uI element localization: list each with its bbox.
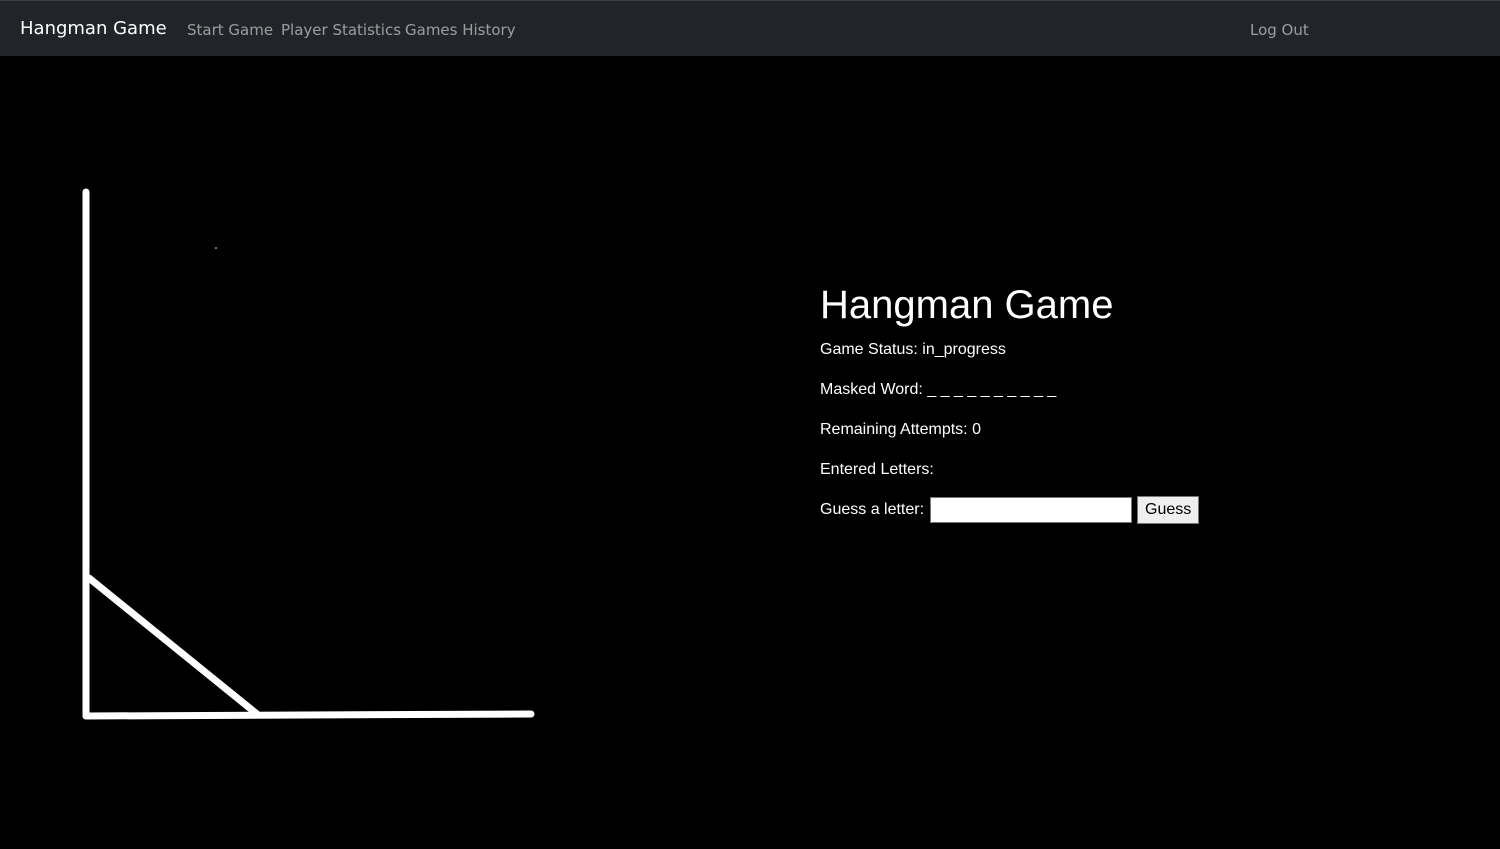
guess-label: Guess a letter: [820,501,925,518]
game-status-label: Game Status: [820,341,918,358]
entered-letters-label: Entered Letters: [820,461,934,478]
remaining-attempts-label: Remaining Attempts: [820,421,968,438]
hangman-drawing [82,188,535,720]
remaining-attempts-value: 0 [972,421,981,438]
gallows-base [82,710,535,720]
nav-games-history[interactable]: Games History [405,20,516,40]
guess-form: Guess a letter: Guess [820,495,1200,525]
masked-word-label: Masked Word: [820,381,923,398]
remaining-attempts: Remaining Attempts: 0 [820,420,1199,440]
game-panel: Hangman Game Game Status: in_progress Ma… [820,282,1200,525]
nav-start-game[interactable]: Start Game [187,20,273,40]
masked-word-value: _ _ _ _ _ _ _ _ _ _ [927,381,1057,398]
game-title: Hangman Game [820,283,1114,327]
game-status-value: in_progress [922,341,1006,358]
guess-input[interactable] [930,497,1133,523]
entered-letters: Entered Letters: [820,460,1199,480]
game-status: Game Status: in_progress [820,340,1199,360]
guess-button[interactable]: Guess [1137,496,1200,524]
gallows-dot [215,247,217,249]
nav-player-statistics[interactable]: Player Statistics [281,20,401,40]
gallows-brace [85,574,261,718]
navbar: Hangman Game Start Game Player Statistic… [0,0,1500,56]
nav-log-out[interactable]: Log Out [1250,20,1309,40]
navbar-brand[interactable]: Hangman Game [20,18,167,40]
masked-word: Masked Word: _ _ _ _ _ _ _ _ _ _ [820,380,1199,400]
